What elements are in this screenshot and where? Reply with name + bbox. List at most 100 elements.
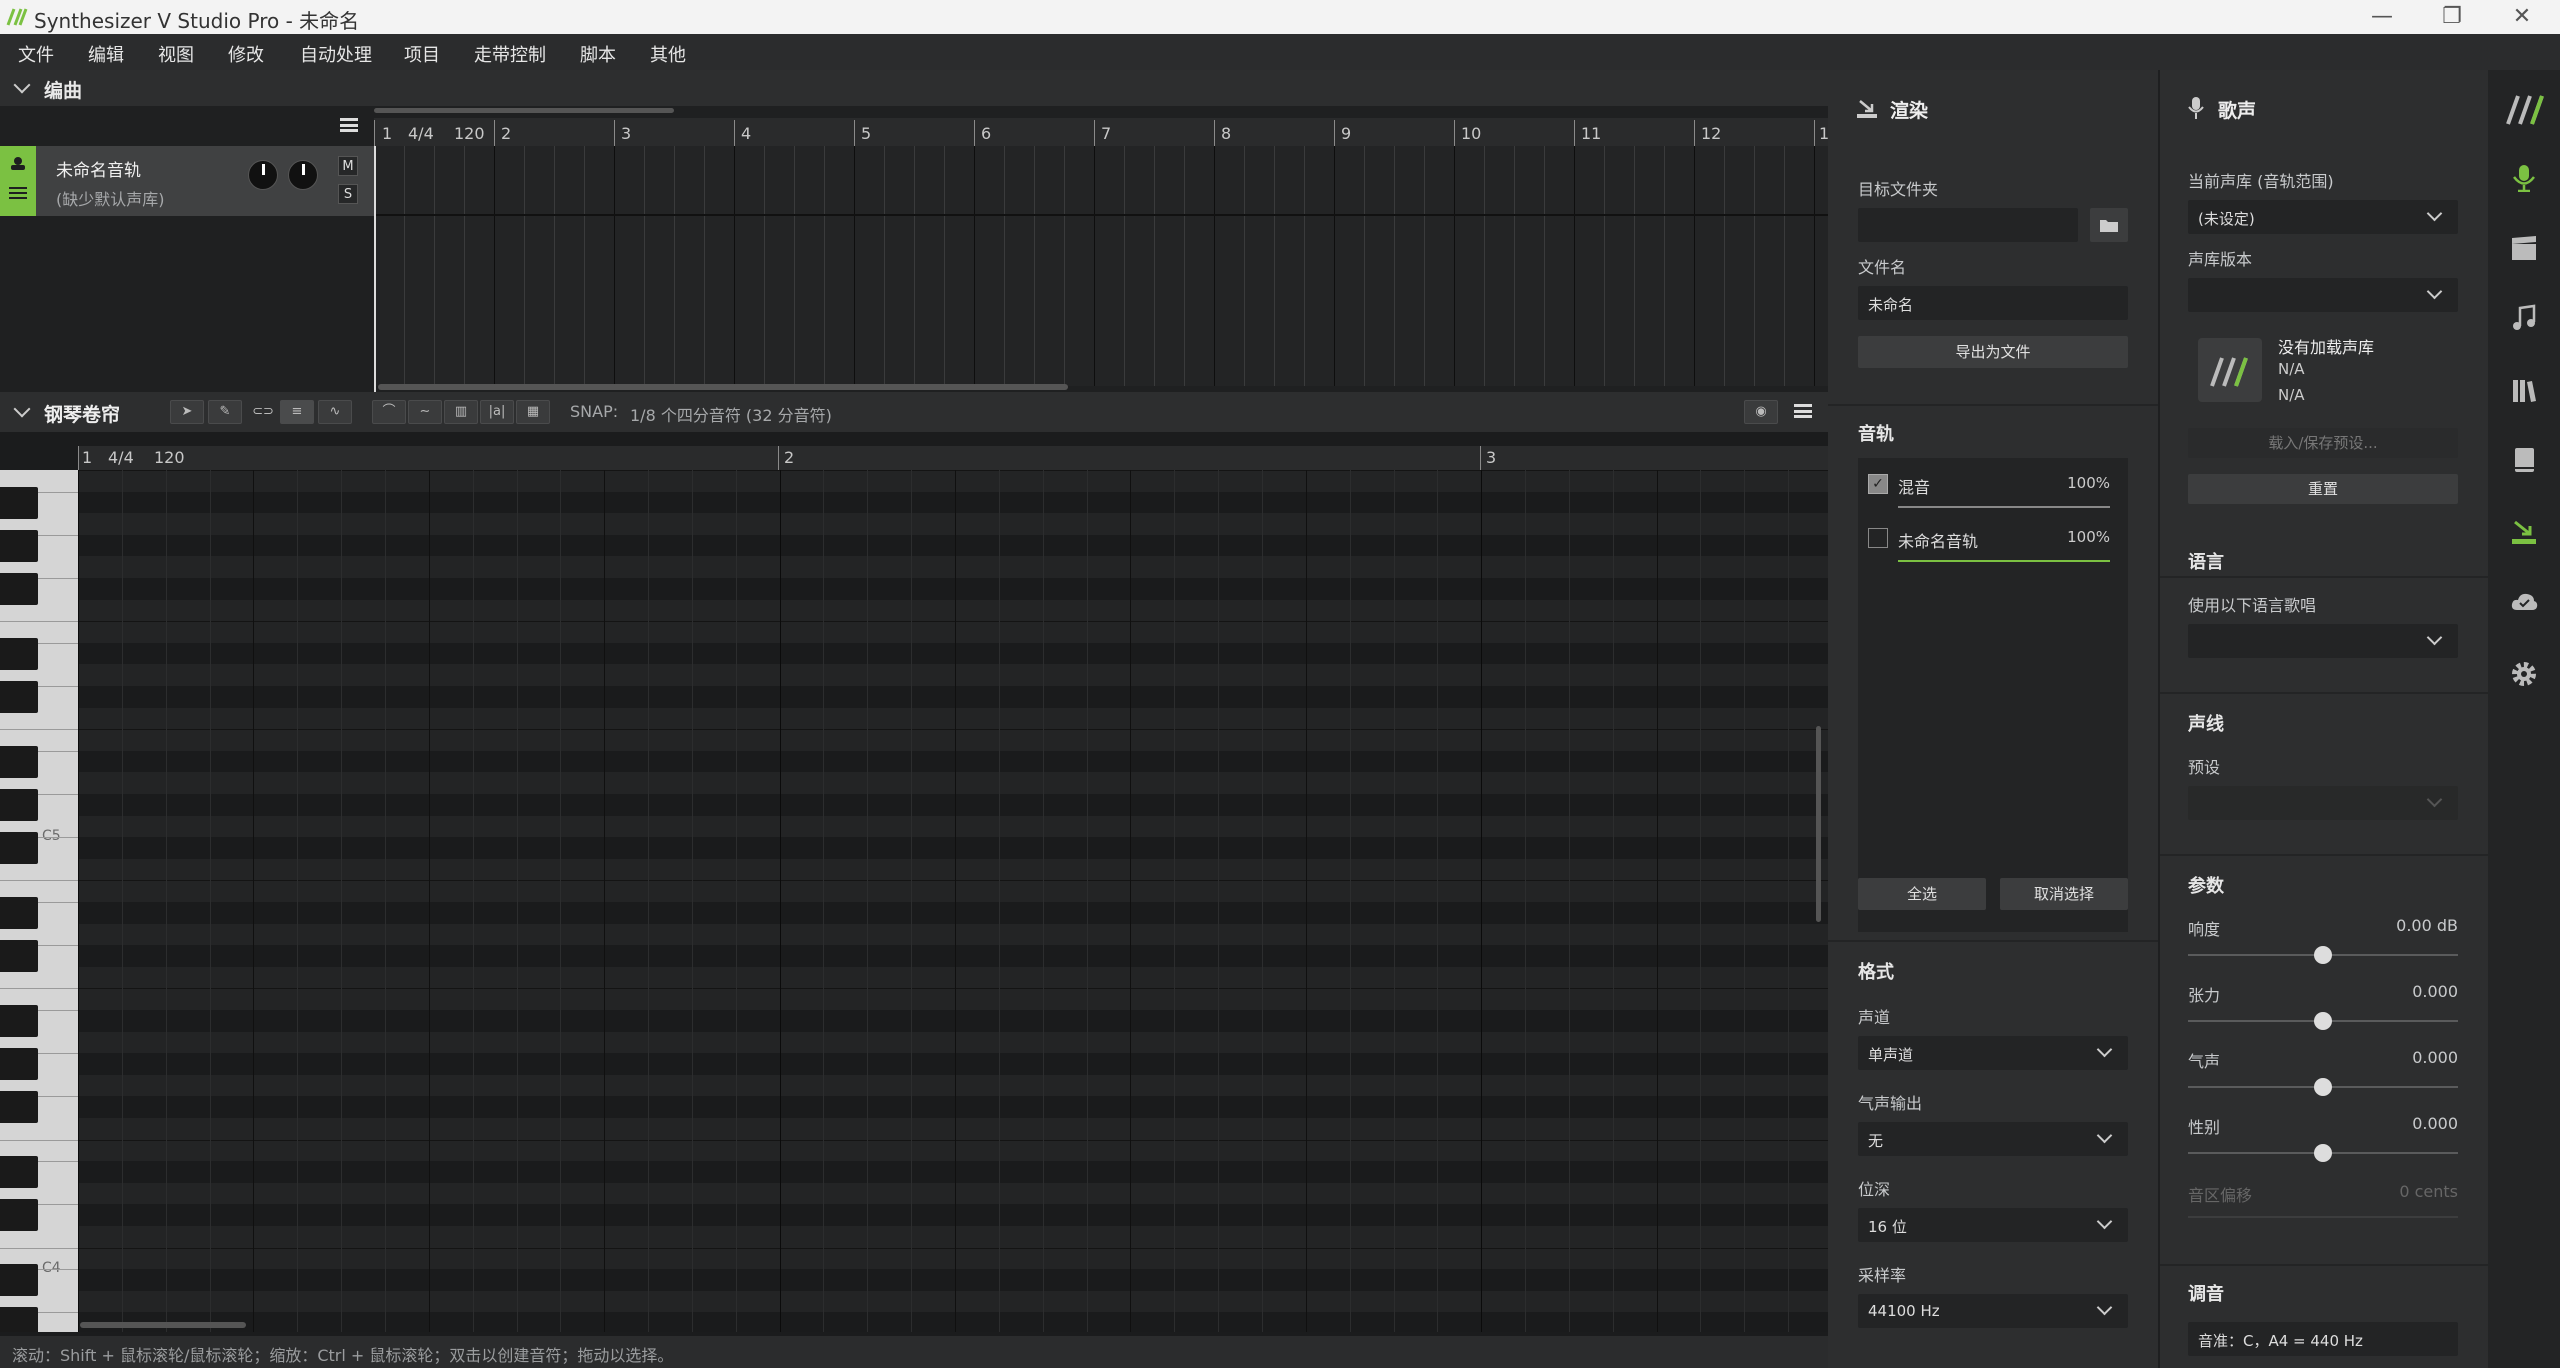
deselect-button[interactable]: 取消选择 bbox=[2000, 878, 2128, 910]
black-key[interactable] bbox=[0, 1264, 38, 1297]
checkbox[interactable] bbox=[1868, 528, 1888, 548]
volume-bar[interactable] bbox=[1898, 506, 2110, 508]
microphone-tab-icon[interactable] bbox=[2510, 164, 2538, 192]
voice-db-select[interactable]: (未设定) bbox=[2188, 200, 2458, 234]
link-tool-icon[interactable]: ⊂⊃ bbox=[246, 400, 280, 424]
black-key[interactable] bbox=[0, 637, 38, 670]
black-key[interactable] bbox=[0, 897, 38, 929]
black-key[interactable] bbox=[0, 1199, 38, 1232]
arrangement-hscroll[interactable] bbox=[378, 384, 1068, 390]
grid-line bbox=[1784, 146, 1785, 386]
black-key[interactable] bbox=[0, 681, 38, 713]
black-key[interactable] bbox=[0, 573, 38, 605]
preset-select[interactable] bbox=[2188, 786, 2458, 820]
piano-roll-menu-icon[interactable] bbox=[1794, 404, 1812, 418]
channel-select[interactable]: 单声道 bbox=[1858, 1036, 2128, 1070]
checkbox-checked[interactable]: ✓ bbox=[1868, 474, 1888, 494]
piano-keyboard[interactable]: C5 C4 bbox=[0, 470, 78, 1332]
library-icon[interactable] bbox=[2510, 376, 2538, 404]
arrangement-ruler[interactable]: 1 4/4 120 2 3 4 5 6 7 8 9 10 11 12 1 bbox=[374, 118, 1829, 148]
track-volume-knob[interactable] bbox=[248, 160, 278, 190]
language-select[interactable] bbox=[2188, 624, 2458, 658]
clapperboard-icon[interactable] bbox=[2510, 234, 2538, 262]
tuning-field[interactable]: 音准：C，A4 = 440 Hz bbox=[2188, 1322, 2458, 1356]
close-button[interactable]: ✕ bbox=[2492, 2, 2552, 32]
lyrics-icon[interactable]: |a| bbox=[480, 400, 514, 424]
restore-button[interactable]: ❐ bbox=[2422, 2, 2482, 32]
browse-folder-button[interactable] bbox=[2090, 208, 2128, 242]
cloud-icon[interactable] bbox=[2510, 588, 2538, 616]
slider-thumb[interactable] bbox=[2314, 1078, 2332, 1096]
menu-transport[interactable]: 走带控制 bbox=[474, 41, 546, 67]
pitch-bend-icon[interactable]: ∼ bbox=[408, 400, 442, 424]
pitch-shift-slider[interactable] bbox=[2188, 1216, 2458, 1218]
voice-version-select[interactable] bbox=[2188, 278, 2458, 312]
menu-modify[interactable]: 修改 bbox=[228, 41, 264, 67]
list-item[interactable]: 未命名音轨 100% bbox=[1858, 512, 2128, 564]
black-key[interactable] bbox=[0, 529, 38, 562]
slider-thumb[interactable] bbox=[2314, 1012, 2332, 1030]
filename-input[interactable]: 未命名 bbox=[1858, 286, 2128, 320]
music-note-icon[interactable] bbox=[2510, 304, 2538, 332]
menu-auto-process[interactable]: 自动处理 bbox=[300, 41, 372, 67]
menu-view[interactable]: 视图 bbox=[158, 41, 194, 67]
menu-other[interactable]: 其他 bbox=[650, 41, 686, 67]
arrangement-grid[interactable] bbox=[374, 146, 1828, 386]
slider-thumb[interactable] bbox=[2314, 946, 2332, 964]
track-pan-knob[interactable] bbox=[288, 160, 318, 190]
camera-icon[interactable]: ◉ bbox=[1744, 400, 1778, 424]
black-key[interactable] bbox=[0, 940, 38, 973]
slider-thumb[interactable] bbox=[2314, 1144, 2332, 1162]
breath-select[interactable]: 无 bbox=[1858, 1122, 2128, 1156]
snap-value[interactable]: 1/8 个四分音符 (32 分音符) bbox=[630, 402, 832, 426]
black-key[interactable] bbox=[0, 832, 38, 865]
black-key[interactable] bbox=[0, 1091, 38, 1124]
playhead[interactable] bbox=[374, 146, 376, 392]
book-icon[interactable] bbox=[2510, 446, 2538, 474]
export-tab-icon[interactable] bbox=[2510, 518, 2538, 546]
black-key[interactable] bbox=[0, 1005, 38, 1037]
arrangement-menu-icon[interactable] bbox=[340, 118, 358, 132]
piano-roll-grid[interactable] bbox=[78, 470, 1828, 1332]
menu-edit[interactable]: 编辑 bbox=[88, 41, 124, 67]
load-preset-button[interactable]: 载入/保存预设... bbox=[2188, 428, 2458, 458]
solo-button[interactable]: S bbox=[338, 184, 358, 204]
piano-roll-hscroll[interactable] bbox=[80, 1322, 246, 1328]
gear-icon[interactable] bbox=[2510, 660, 2538, 688]
track-name[interactable]: 未命名音轨 bbox=[56, 156, 141, 181]
list-item[interactable]: ✓ 混音 100% bbox=[1858, 458, 2128, 510]
track-color-strip[interactable] bbox=[0, 146, 36, 216]
target-folder-input[interactable] bbox=[1858, 208, 2078, 242]
samplerate-select[interactable]: 44100 Hz bbox=[1858, 1294, 2128, 1328]
pitch-curve-icon[interactable]: ⌒ bbox=[372, 400, 406, 424]
export-button[interactable]: 导出为文件 bbox=[1858, 336, 2128, 368]
select-all-button[interactable]: 全选 bbox=[1858, 878, 1986, 910]
piano-view-icon[interactable]: ▦ bbox=[516, 400, 550, 424]
curve-tool-icon[interactable]: ∿ bbox=[318, 400, 352, 424]
black-key[interactable] bbox=[0, 1048, 38, 1081]
minimize-button[interactable]: — bbox=[2352, 2, 2412, 32]
black-key[interactable] bbox=[0, 1307, 38, 1332]
note-tool-icon[interactable]: ≡ bbox=[280, 400, 314, 424]
piano-roll-vscroll[interactable] bbox=[1816, 726, 1821, 922]
collapse-chevron-icon[interactable] bbox=[13, 76, 31, 94]
pen-tool-icon[interactable]: ✎ bbox=[208, 400, 242, 424]
mute-button[interactable]: M bbox=[338, 156, 358, 176]
bitdepth-select[interactable]: 16 位 bbox=[1858, 1208, 2128, 1242]
menu-file[interactable]: 文件 bbox=[18, 41, 54, 67]
waveform-icon[interactable]: ▥ bbox=[444, 400, 478, 424]
select-tool-icon[interactable]: ➤ bbox=[170, 400, 204, 424]
black-key[interactable] bbox=[0, 789, 38, 821]
volume-bar[interactable] bbox=[1898, 560, 2110, 562]
collapse-chevron-icon[interactable] bbox=[13, 400, 31, 418]
piano-roll-ruler[interactable]: 1 4/4 120 2 3 bbox=[78, 446, 1828, 470]
black-key[interactable] bbox=[0, 1156, 38, 1189]
arrangement-hscroll-top[interactable] bbox=[374, 108, 674, 113]
black-key[interactable] bbox=[0, 745, 38, 778]
black-key[interactable] bbox=[0, 486, 38, 519]
track-header[interactable]: 未命名音轨 (缺少默认声库) M S bbox=[0, 146, 374, 216]
menu-project[interactable]: 项目 bbox=[404, 41, 440, 67]
menu-script[interactable]: 脚本 bbox=[580, 41, 616, 67]
reset-button[interactable]: 重置 bbox=[2188, 474, 2458, 504]
app-logo-icon[interactable] bbox=[2504, 90, 2544, 126]
